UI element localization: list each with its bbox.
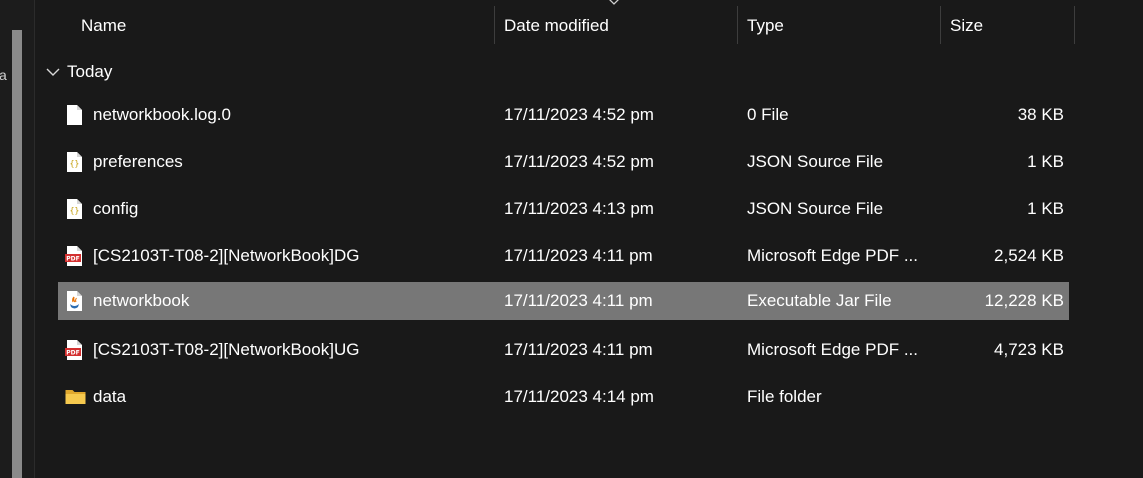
nav-clipped-text: a <box>0 67 7 83</box>
file-size: 1 KB <box>1027 152 1064 171</box>
file-type: Microsoft Edge PDF ... <box>747 340 918 359</box>
file-row[interactable]: PDF [CS2103T-T08-2][NetworkBook]DG 17/11… <box>58 237 1069 275</box>
pdf-file-icon: PDF <box>65 246 82 266</box>
svg-text:{}: {} <box>70 206 80 215</box>
chevron-down-icon[interactable] <box>45 66 61 78</box>
file-name: [CS2103T-T08-2][NetworkBook]DG <box>93 246 360 265</box>
file-name: networkbook <box>93 291 190 310</box>
folder-type: File folder <box>747 387 822 406</box>
file-row[interactable]: {} config 17/11/2023 4:13 pm JSON Source… <box>58 190 1069 228</box>
file-row[interactable]: networkbook.log.0 17/11/2023 4:52 pm 0 F… <box>58 96 1069 134</box>
navigation-pane: a <box>0 0 35 478</box>
file-row[interactable]: PDF [CS2103T-T08-2][NetworkBook]UG 17/11… <box>58 331 1069 369</box>
file-date: 17/11/2023 4:13 pm <box>504 199 654 218</box>
file-explorer: a Name Date modified Type Size Today net… <box>0 0 1143 478</box>
file-row-selected[interactable]: networkbook 17/11/2023 4:11 pm Executabl… <box>58 282 1069 320</box>
file-type: JSON Source File <box>747 199 884 218</box>
folder-row[interactable]: data 17/11/2023 4:14 pm File folder <box>58 378 1069 416</box>
file-size: 38 KB <box>1017 105 1064 124</box>
nav-scrollbar[interactable] <box>12 30 22 478</box>
json-file-icon: {} <box>67 199 82 219</box>
pdf-file-icon: PDF <box>65 340 82 360</box>
blank-file-icon <box>67 105 82 125</box>
file-name: preferences <box>93 152 183 171</box>
file-name: [CS2103T-T08-2][NetworkBook]UG <box>93 340 360 359</box>
file-name: config <box>93 199 139 218</box>
jar-file-icon <box>67 291 82 311</box>
file-date: 17/11/2023 4:11 pm <box>504 246 653 265</box>
svg-text:PDF: PDF <box>66 256 79 263</box>
file-date: 17/11/2023 4:11 pm <box>504 291 653 310</box>
svg-text:PDF: PDF <box>66 350 79 357</box>
column-divider[interactable] <box>940 6 941 44</box>
group-header-today[interactable]: Today <box>45 61 112 83</box>
json-file-icon: {} <box>67 152 82 172</box>
folder-date: 17/11/2023 4:14 pm <box>504 387 654 406</box>
column-divider[interactable] <box>1074 6 1075 44</box>
column-divider[interactable] <box>494 6 495 44</box>
column-header-name[interactable]: Name <box>81 16 126 36</box>
file-type: Microsoft Edge PDF ... <box>747 246 918 265</box>
file-date: 17/11/2023 4:11 pm <box>504 340 653 359</box>
file-size: 4,723 KB <box>994 340 1064 359</box>
file-size: 1 KB <box>1027 199 1064 218</box>
column-header-type[interactable]: Type <box>747 16 784 36</box>
file-type: Executable Jar File <box>747 291 892 310</box>
file-date: 17/11/2023 4:52 pm <box>504 152 654 171</box>
sort-chevron-icon <box>609 0 619 5</box>
file-type: JSON Source File <box>747 152 884 171</box>
file-type: 0 File <box>747 105 789 124</box>
svg-text:{}: {} <box>70 159 80 168</box>
folder-icon <box>65 390 86 404</box>
file-name: networkbook.log.0 <box>93 105 231 124</box>
file-size: 2,524 KB <box>994 246 1064 265</box>
column-header-bar: Name Date modified Type Size <box>34 0 1143 48</box>
file-date: 17/11/2023 4:52 pm <box>504 105 654 124</box>
folder-name: data <box>93 387 127 406</box>
column-divider[interactable] <box>737 6 738 44</box>
file-size: 12,228 KB <box>984 291 1064 310</box>
group-label: Today <box>67 62 113 81</box>
column-header-size[interactable]: Size <box>950 16 983 36</box>
file-row[interactable]: {} preferences 17/11/2023 4:52 pm JSON S… <box>58 143 1069 181</box>
column-header-date-modified[interactable]: Date modified <box>504 16 609 36</box>
